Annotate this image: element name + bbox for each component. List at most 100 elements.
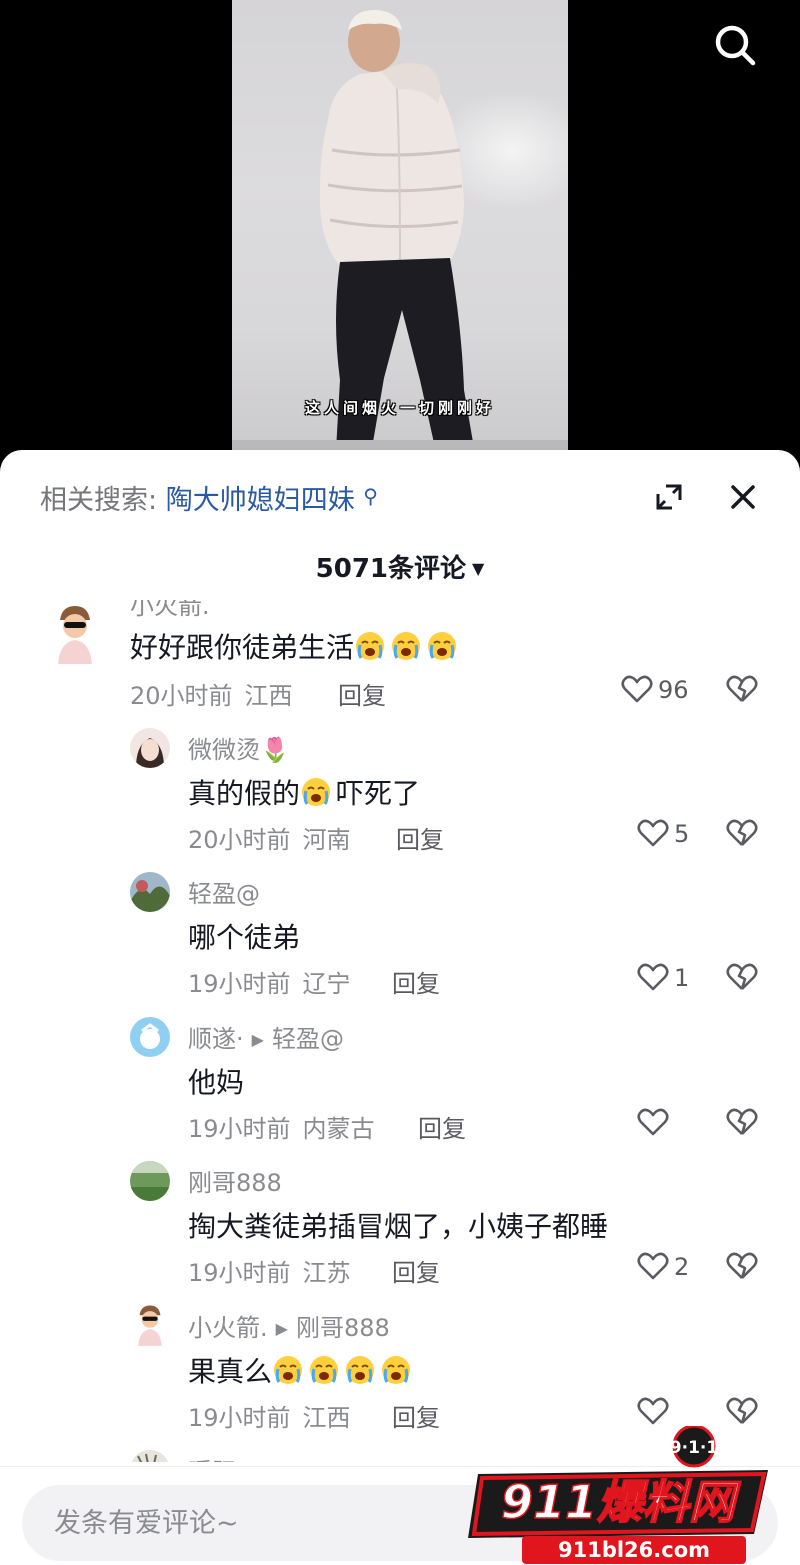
reply-button[interactable]: 回复: [338, 676, 386, 711]
comment-item: 小火箭. 好好跟你徒弟生活 20小时前 江西 回复 96: [0, 600, 800, 720]
crying-emoji: [302, 778, 331, 806]
watermark-url: 911bl26.com: [558, 1538, 710, 1562]
broken-heart-icon[interactable]: [725, 672, 759, 706]
avatar[interactable]: [130, 872, 170, 912]
comment-location: 内蒙古: [302, 1115, 375, 1143]
reply-button[interactable]: 回复: [392, 1398, 440, 1433]
related-search[interactable]: 相关搜索: 陶大帅媳妇四妹 ⚲: [40, 478, 378, 517]
video-subtitle: 这人间烟火一切刚刚好: [304, 399, 495, 417]
comment-time: 19小时前: [188, 1259, 291, 1287]
crying-emoji: [356, 632, 385, 660]
comment-time: 19小时前: [188, 1115, 291, 1143]
heart-icon[interactable]: [620, 672, 654, 706]
site-watermark-logo: 9·1·1 911爆料网 911bl26.com: [468, 1426, 768, 1564]
comment-username[interactable]: 暖阳: [188, 1452, 236, 1462]
crying-emoji: [346, 1356, 375, 1384]
comment-text[interactable]: 他妈: [188, 1061, 244, 1101]
heart-icon[interactable]: [636, 1394, 670, 1428]
heart-icon[interactable]: [636, 960, 670, 994]
comment-meta: 19小时前 江苏: [188, 1253, 351, 1288]
video-player[interactable]: 这人间烟火一切刚刚好: [0, 0, 800, 470]
comment-location: 江西: [244, 682, 293, 710]
crying-emoji-group: [272, 1355, 416, 1388]
comment-text[interactable]: 好好跟你徒弟生活: [130, 626, 462, 666]
comment-meta: 19小时前 辽宁: [188, 964, 351, 999]
broken-heart-icon[interactable]: [725, 1249, 759, 1283]
expand-icon[interactable]: [652, 480, 686, 514]
reply-to-username[interactable]: 刚哥888: [296, 1314, 390, 1342]
comment-meta: 19小时前 江西: [188, 1398, 351, 1433]
comment-meta: 20小时前 江西: [130, 676, 293, 711]
caret-down-icon: ▼: [472, 559, 485, 578]
crying-emoji: [392, 632, 421, 660]
comment-username[interactable]: 轻盈@: [188, 874, 260, 909]
like-count: 2: [674, 1253, 690, 1281]
comment-text[interactable]: 哪个徒弟: [188, 916, 300, 956]
comment-location: 江西: [302, 1404, 351, 1432]
reply-button[interactable]: 回复: [396, 820, 444, 855]
heart-icon[interactable]: [636, 816, 670, 850]
related-search-label: 相关搜索:: [40, 485, 158, 516]
comment-username[interactable]: 小火箭.: [130, 600, 210, 621]
comment-text-body: 果真么: [188, 1355, 273, 1388]
watermark-brand: 911爆料网: [501, 1475, 741, 1529]
search-icon[interactable]: [712, 22, 758, 68]
comment-item: 顺遂· ▶ 轻盈@ 他妈 19小时前 内蒙古 回复: [0, 1013, 800, 1153]
comment-count[interactable]: 5071条评论 ▼: [0, 548, 800, 585]
comment-meta: 19小时前 内蒙古: [188, 1109, 375, 1144]
avatar[interactable]: [130, 1161, 170, 1201]
comment-text-body: 真的假的: [188, 777, 301, 810]
comment-item: 刚哥888 掏大粪徒弟插冒烟了，小姨子都睡 19小时前 江苏 回复 2: [0, 1157, 800, 1297]
comment-username[interactable]: 顺遂· ▶ 轻盈@: [188, 1019, 344, 1054]
comment-time: 19小时前: [188, 1404, 291, 1432]
tulip-emoji: 🌷: [260, 736, 290, 764]
heart-icon[interactable]: [636, 1249, 670, 1283]
comment-text[interactable]: 真的假的 吓死了: [188, 772, 420, 812]
comment-username[interactable]: 微微烫🌷: [188, 730, 290, 765]
comment-item: 小火箭. ▶ 刚哥888 果真么 19小时前 江西 回复: [0, 1302, 800, 1442]
comment-text-body: 好好跟你徒弟生活: [130, 631, 355, 664]
close-icon[interactable]: [726, 480, 760, 514]
crying-emoji: [428, 632, 457, 660]
avatar[interactable]: [134, 1304, 166, 1346]
comment-item: 轻盈@ 哪个徒弟 19小时前 辽宁 回复 1: [0, 868, 800, 1008]
avatar[interactable]: [130, 1017, 170, 1057]
avatar[interactable]: [52, 604, 98, 664]
crying-emoji: [382, 1356, 411, 1384]
comment-time: 20小时前: [130, 682, 233, 710]
broken-heart-icon[interactable]: [725, 960, 759, 994]
comment-text[interactable]: 果真么: [188, 1350, 416, 1390]
comment-location: 河南: [302, 826, 351, 854]
reply-arrow-icon: ▶: [275, 1319, 288, 1338]
reply-button[interactable]: 回复: [418, 1109, 466, 1144]
broken-heart-icon[interactable]: [725, 1105, 759, 1139]
like-count: 5: [674, 820, 690, 848]
broken-heart-icon[interactable]: [725, 816, 759, 850]
reply-button[interactable]: 回复: [392, 1253, 440, 1288]
crying-emoji: [310, 1356, 339, 1384]
comment-username-text: 顺遂·: [188, 1025, 244, 1053]
comment-time: 19小时前: [188, 970, 291, 998]
comment-text-body-end: 吓死了: [336, 777, 421, 810]
broken-heart-icon[interactable]: [725, 1394, 759, 1428]
comment-item: 微微烫🌷 真的假的 吓死了 20小时前 河南 回复 5: [0, 724, 800, 864]
avatar[interactable]: [130, 1450, 170, 1462]
like-count: 1: [674, 964, 690, 992]
crying-emoji-group: [354, 631, 462, 664]
comment-count-text: 5071条评论: [315, 554, 467, 584]
like-count: 96: [658, 676, 689, 704]
reply-to-username[interactable]: 轻盈@: [272, 1025, 344, 1053]
comment-text[interactable]: 掏大粪徒弟插冒烟了，小姨子都睡: [188, 1205, 608, 1245]
reply-arrow-icon: ▶: [251, 1030, 264, 1049]
comment-username[interactable]: 小火箭. ▶ 刚哥888: [188, 1308, 390, 1343]
heart-icon[interactable]: [636, 1105, 670, 1139]
comment-meta: 20小时前 河南: [188, 820, 351, 855]
reply-button[interactable]: 回复: [392, 964, 440, 999]
video-frame[interactable]: 这人间烟火一切刚刚好: [232, 0, 568, 470]
comment-list[interactable]: 小火箭. 好好跟你徒弟生活 20小时前 江西 回复 96 微微烫🌷 真的假的 吓…: [0, 600, 800, 1462]
avatar[interactable]: [130, 728, 170, 768]
related-search-term[interactable]: 陶大帅媳妇四妹: [166, 485, 355, 516]
comment-username[interactable]: 刚哥888: [188, 1163, 282, 1198]
comment-location: 江苏: [302, 1259, 351, 1287]
comment-time: 20小时前: [188, 826, 291, 854]
